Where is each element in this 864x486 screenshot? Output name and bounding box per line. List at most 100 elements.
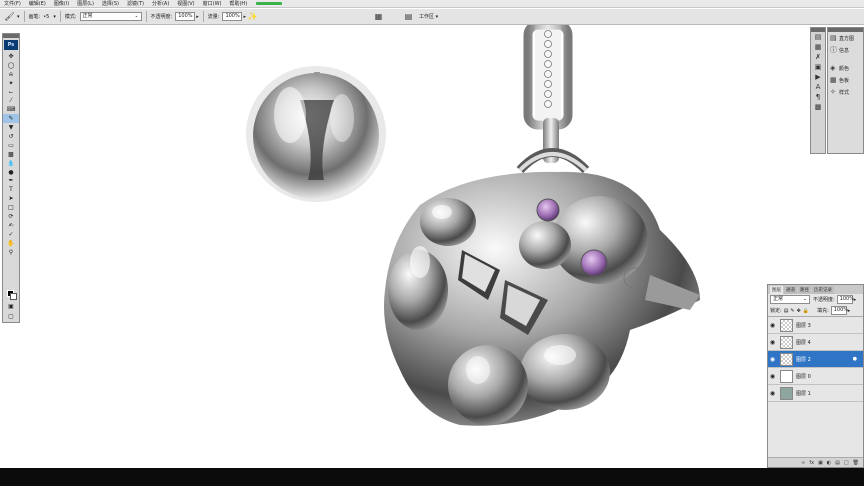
menu-layer[interactable]: 图层(L) [77,0,94,7]
clone-stamp-tool-icon[interactable]: ▼ [3,123,19,132]
crop-tool-icon[interactable]: ⌙ [3,88,19,97]
layer-row[interactable]: ◉ 图层 0 [768,368,863,385]
healing-brush-tool-icon[interactable]: ⌨ [3,105,19,114]
airbrush-icon[interactable]: ✨ [246,10,259,23]
toolbox-grip[interactable] [3,34,19,38]
screen-mode-icon[interactable]: ▢ [3,312,19,321]
path-selection-tool-icon[interactable]: ➤ [3,194,19,203]
slice-tool-icon[interactable]: ⁄ [3,96,19,105]
tool-preset-dropdown-icon[interactable]: ▾ [17,14,20,20]
lock-label: 锁定: [770,308,782,314]
blend-mode-select[interactable]: 正常 ⌄ [770,295,810,304]
trash-icon[interactable]: 🗑 [853,460,859,466]
workspace-button[interactable]: 工作区 ▾ [419,13,438,20]
menu-analysis[interactable]: 分析(A) [152,0,169,7]
link-icon[interactable]: ∞ [801,460,805,466]
dodge-tool-icon[interactable]: ● [3,168,19,177]
clone-source-icon[interactable]: ▣ [811,62,825,72]
lock-position-icon[interactable]: ✥ [797,308,801,314]
new-layer-icon[interactable]: □ [844,460,849,466]
lasso-tool-icon[interactable]: ⍾ [3,70,19,79]
lock-pixels-icon[interactable]: ✎ [790,308,794,314]
opacity-slider-icon[interactable]: ▸ [854,297,857,303]
blend-mode-value: 正常 [773,296,784,302]
notes-icon[interactable]: ▩ [811,102,825,112]
separator [23,11,25,22]
layers-panel-footer: ∞ fx ▣ ◐ ▤ □ 🗑 [768,457,863,467]
adjustment-icon[interactable]: ◐ [827,460,831,466]
marquee-tool-icon[interactable]: ◯ [3,61,19,70]
separator [202,11,204,22]
move-tool-icon[interactable]: ✥ [3,52,19,61]
eraser-tool-icon[interactable]: ▭ [3,141,19,150]
3d-rotate-tool-icon[interactable]: ⟳ [3,212,19,221]
paragraph-icon[interactable]: ¶ [811,92,825,102]
menu-view[interactable]: 视图(V) [177,0,194,7]
notes-tool-icon[interactable]: ✍ [3,221,19,230]
menu-select[interactable]: 选择(S) [102,0,119,7]
layer-row[interactable]: ◉ 图层 4 [768,334,863,351]
type-tool-icon[interactable]: T [3,185,19,194]
tablet-pressure-icon[interactable]: ▦ [372,10,385,23]
eyedropper-tool-icon[interactable]: ✓ [3,230,19,239]
fx-icon[interactable]: fx [809,460,814,466]
opacity-input[interactable]: 100% [175,12,196,21]
layer-row[interactable]: ◉ 图层 2 ● [768,351,863,368]
brush-picker-arrow-icon[interactable]: ▾ [53,14,56,20]
visibility-eye-icon[interactable]: ◉ [768,373,777,380]
tab-history[interactable]: 历史记录 [812,286,834,294]
panel-styles[interactable]: ✧ 样式 [828,86,863,98]
tab-layers[interactable]: 图层 [770,286,783,294]
menu-image[interactable]: 图像(I) [54,0,69,7]
menu-help[interactable]: 帮助(H) [229,0,247,7]
hand-tool-icon[interactable]: ✋ [3,239,19,248]
quick-mask-icon[interactable]: ▣ [3,302,19,311]
visibility-eye-icon[interactable]: ◉ [768,356,777,363]
mode-select[interactable]: 正常 ⌄ [79,12,142,21]
brush-tool-icon[interactable]: 🖌 [3,10,16,23]
visibility-eye-icon[interactable]: ◉ [768,339,777,346]
navigator-icon[interactable]: ▤ [811,32,825,42]
panel-info[interactable]: ⓘ 信息 [828,44,863,56]
blur-tool-icon[interactable]: 💧 [3,159,19,168]
tools-presets-icon[interactable]: ✗ [811,52,825,62]
menu-window[interactable]: 窗口(W) [203,0,222,7]
character-icon[interactable]: A [811,82,825,92]
fill-input[interactable]: 100% [830,306,848,315]
flow-input[interactable]: 100% [222,12,243,21]
layer-opacity-input[interactable]: 100% [836,295,854,304]
menu-filter[interactable]: 滤镜(T) [127,0,144,7]
brushes-panel-icon[interactable]: ▤ [402,10,415,23]
brush-size-picker[interactable]: •5 [43,14,49,20]
layer-comps-icon[interactable]: ▦ [811,42,825,52]
magic-wand-tool-icon[interactable]: ✦ [3,79,19,88]
layer-row[interactable]: ◉ 图层 3 [768,317,863,334]
tab-paths[interactable]: 路径 [798,286,811,294]
group-icon[interactable]: ▤ [835,460,840,466]
default-colors-icon[interactable] [3,256,19,262]
actions-icon[interactable]: ▶ [811,72,825,82]
brush-tool-icon[interactable]: ✎ [3,114,19,124]
menu-edit[interactable]: 编辑(E) [29,0,46,7]
lock-transparent-icon[interactable]: ▤ [784,308,789,314]
menu-file[interactable]: 文件(F) [4,0,21,7]
mask-icon[interactable]: ▣ [818,460,823,466]
gradient-tool-icon[interactable]: ▩ [3,150,19,159]
history-brush-tool-icon[interactable]: ↺ [3,132,19,141]
background-color-swatch[interactable] [10,293,17,300]
panel-color[interactable]: ◈ 颜色 [828,62,863,74]
tab-channels[interactable]: 通道 [784,286,797,294]
opacity-slider-icon[interactable]: ▸ [196,14,199,20]
pen-tool-icon[interactable]: ✒ [3,176,19,185]
panel-histogram[interactable]: ▤ 直方图 [828,32,863,44]
zoom-tool-icon[interactable]: ⚲ [3,248,19,257]
workspace-controls: ▤ 工作区 ▾ [402,10,438,23]
panel-swatches[interactable]: ▦ 色板 [828,74,863,86]
fill-slider-icon[interactable]: ▸ [848,308,851,314]
visibility-eye-icon[interactable]: ◉ [768,390,777,397]
rectangle-tool-icon[interactable]: □ [3,203,19,212]
lock-all-icon[interactable]: 🔒 [803,308,809,314]
layer-row[interactable]: ◉ 图层 1 [768,385,863,402]
document-canvas[interactable] [0,0,864,486]
visibility-eye-icon[interactable]: ◉ [768,322,777,329]
